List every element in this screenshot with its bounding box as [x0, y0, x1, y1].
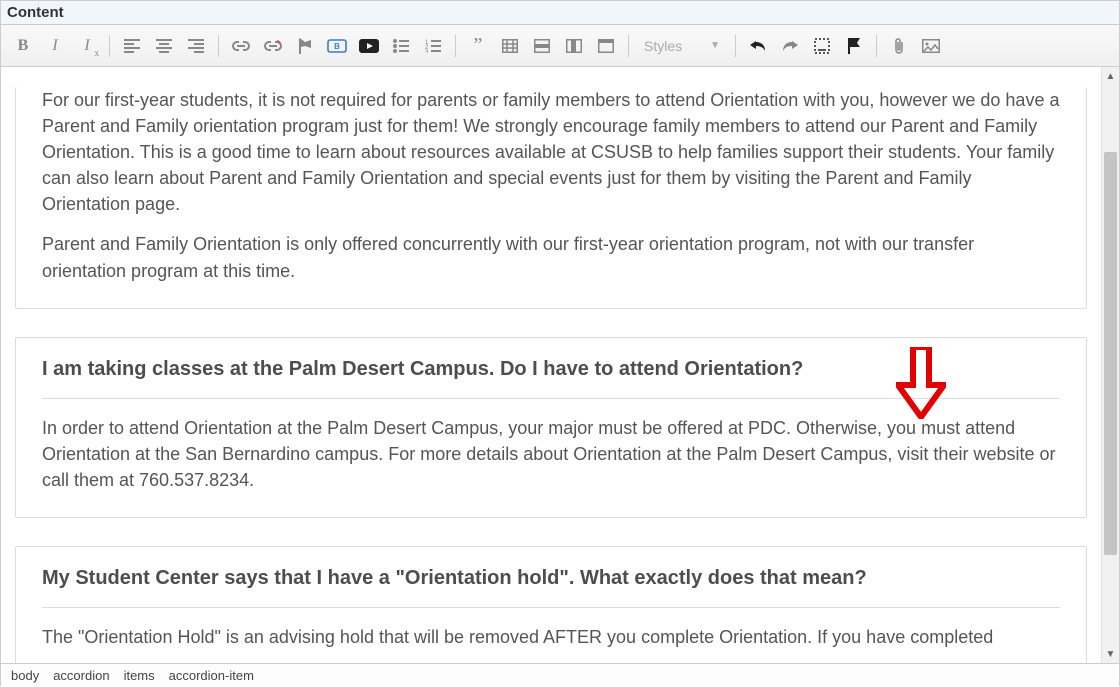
- divider: [42, 398, 1060, 399]
- undo-icon[interactable]: [744, 32, 772, 60]
- editor-body: For our first-year students, it is not r…: [1, 67, 1119, 663]
- table-column-icon[interactable]: [560, 32, 588, 60]
- separator: [735, 35, 736, 57]
- separator: [218, 35, 219, 57]
- bulleted-list-icon[interactable]: [387, 32, 415, 60]
- separator: [109, 35, 110, 57]
- paragraph[interactable]: For our first-year students, it is not r…: [42, 87, 1060, 217]
- flag-icon[interactable]: [291, 32, 319, 60]
- link-icon[interactable]: [227, 32, 255, 60]
- breadcrumb-item[interactable]: accordion-item: [169, 668, 254, 683]
- element-path-breadcrumb: body accordion items accordion-item: [1, 663, 1119, 687]
- scroll-track[interactable]: [1102, 85, 1119, 645]
- separator: [455, 35, 456, 57]
- field-label: Content: [1, 1, 1119, 25]
- divider: [42, 607, 1060, 608]
- accordion-title[interactable]: I am taking classes at the Palm Desert C…: [42, 356, 1060, 382]
- breadcrumb-item[interactable]: items: [124, 668, 155, 683]
- editor-toolbar: B I Ix B 123 ” Styles ▼: [1, 25, 1119, 67]
- styles-label: Styles: [644, 38, 682, 54]
- table-header-icon[interactable]: [592, 32, 620, 60]
- styles-dropdown[interactable]: Styles ▼: [637, 33, 727, 59]
- image-icon[interactable]: [917, 32, 945, 60]
- button-icon[interactable]: B: [323, 32, 351, 60]
- attachment-icon[interactable]: [885, 32, 913, 60]
- breadcrumb-item[interactable]: body: [11, 668, 39, 683]
- italic-icon[interactable]: I: [41, 32, 69, 60]
- flag-solid-icon[interactable]: [840, 32, 868, 60]
- svg-text:B: B: [334, 42, 340, 51]
- separator: [876, 35, 877, 57]
- svg-text:3: 3: [425, 50, 429, 53]
- paragraph[interactable]: Parent and Family Orientation is only of…: [42, 231, 1060, 283]
- scroll-up-icon[interactable]: ▲: [1102, 67, 1119, 85]
- align-left-icon[interactable]: [118, 32, 146, 60]
- unlink-icon[interactable]: [259, 32, 287, 60]
- content-area[interactable]: For our first-year students, it is not r…: [1, 67, 1101, 663]
- remove-format-icon[interactable]: Ix: [73, 32, 101, 60]
- align-center-icon[interactable]: [150, 32, 178, 60]
- redo-icon[interactable]: [776, 32, 804, 60]
- align-right-icon[interactable]: [182, 32, 210, 60]
- template-icon[interactable]: [808, 32, 836, 60]
- accordion-title[interactable]: My Student Center says that I have a "Or…: [42, 565, 1060, 591]
- breadcrumb-item[interactable]: accordion: [53, 668, 109, 683]
- youtube-icon[interactable]: [355, 32, 383, 60]
- accordion-item[interactable]: For our first-year students, it is not r…: [15, 87, 1087, 309]
- table-row-icon[interactable]: [528, 32, 556, 60]
- accordion-item[interactable]: I am taking classes at the Palm Desert C…: [15, 337, 1087, 518]
- blockquote-icon[interactable]: ”: [464, 32, 492, 60]
- numbered-list-icon[interactable]: 123: [419, 32, 447, 60]
- vertical-scrollbar[interactable]: ▲ ▼: [1101, 67, 1119, 663]
- accordion-item[interactable]: My Student Center says that I have a "Or…: [15, 546, 1087, 663]
- paragraph[interactable]: In order to attend Orientation at the Pa…: [42, 415, 1060, 493]
- chevron-down-icon: ▼: [710, 40, 720, 51]
- separator: [628, 35, 629, 57]
- editor-wrapper: Content B I Ix B 123 ” Styles ▼: [0, 0, 1120, 686]
- scroll-thumb[interactable]: [1104, 152, 1117, 555]
- bold-icon[interactable]: B: [9, 32, 37, 60]
- scroll-down-icon[interactable]: ▼: [1102, 645, 1119, 663]
- table-icon[interactable]: [496, 32, 524, 60]
- paragraph[interactable]: The "Orientation Hold" is an advising ho…: [42, 624, 1060, 650]
